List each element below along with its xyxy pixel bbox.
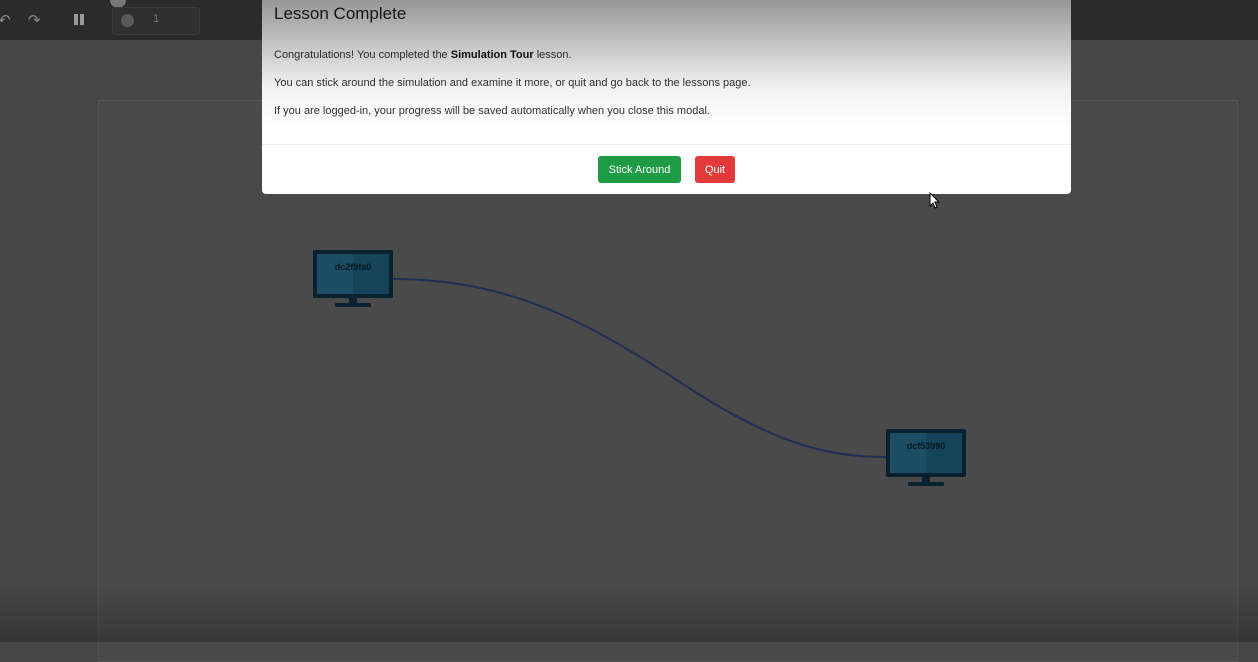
mouse-cursor-icon xyxy=(929,192,941,209)
modal-body: Congratulations! You completed the Simul… xyxy=(274,48,1054,118)
backdrop-shade xyxy=(0,582,1258,642)
modal-footer-divider xyxy=(262,144,1071,145)
quit-button[interactable]: Quit xyxy=(695,156,735,183)
device-label: dc2f9fa0 xyxy=(334,262,372,272)
device-label: dcf53990 xyxy=(906,441,946,451)
device-dcf53990[interactable]: dcf53990 xyxy=(886,429,966,487)
modal-title: Lesson Complete xyxy=(274,4,407,23)
lesson-name: Simulation Tour xyxy=(450,49,534,61)
congrats-text: Congratulations! You completed the Simul… xyxy=(274,49,572,61)
options-text: You can stick around the simulation and … xyxy=(274,77,751,89)
monitor-icon xyxy=(313,250,393,298)
modal-header: Lesson Complete xyxy=(274,4,406,24)
progress-note: If you are logged-in, your progress will… xyxy=(274,105,710,117)
stick-around-button[interactable]: Stick Around xyxy=(598,156,681,183)
monitor-icon xyxy=(886,429,966,477)
lesson-complete-modal: Lesson Complete Congratulations! You com… xyxy=(262,0,1071,194)
device-dc2f9fa0[interactable]: dc2f9fa0 xyxy=(313,250,393,308)
